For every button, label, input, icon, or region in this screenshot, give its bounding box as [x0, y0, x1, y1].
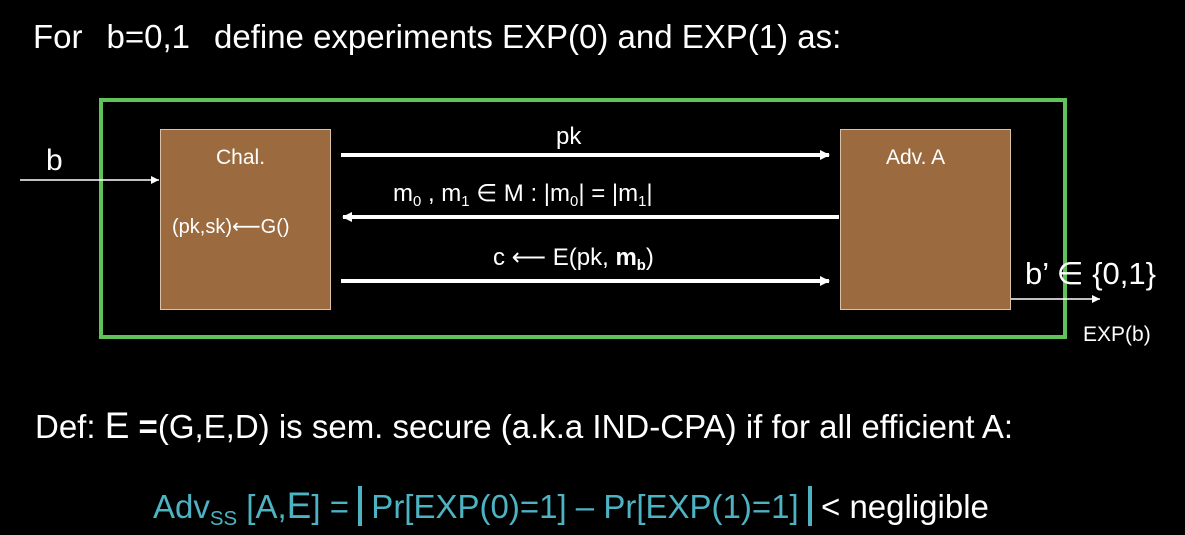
less-than: <: [811, 488, 850, 525]
output-b-label: b’ ∈ {0,1}: [1025, 256, 1157, 291]
probability-difference: Pr[EXP(0)=1] – Pr[EXP(1)=1]: [362, 488, 808, 525]
m-subscript: 1: [461, 194, 470, 211]
adv-text: Adv: [153, 488, 210, 525]
equals-sign: =: [129, 408, 158, 445]
input-b-label: b: [46, 144, 63, 177]
scheme-symbol: E: [104, 405, 130, 446]
definition-rest: (G,E,D) is sem. secure (a.k.a IND-CPA) i…: [157, 408, 1014, 445]
c-text: c ⟵ E(pk,: [493, 244, 616, 271]
definition-prefix: Def:: [35, 408, 105, 445]
advantage-formula: AdvSS [A,E] = Pr[EXP(0)=1] – Pr[EXP(1)=1…: [153, 485, 989, 531]
c-text: ): [645, 244, 654, 271]
m-text: ∈ M : |m: [469, 180, 571, 207]
adv-subscript: SS: [209, 507, 238, 531]
ciphertext-message: c ⟵ E(pk, mb): [493, 243, 654, 275]
m-text: m: [393, 180, 413, 207]
c-bold-m: m: [615, 244, 637, 271]
m-text: |: [646, 180, 653, 207]
plaintexts-message: m0 , m1 ∈ M : |m0| = |m1|: [393, 179, 653, 211]
m-text: | = |m: [578, 180, 639, 207]
adv-bracket: ] =: [311, 488, 359, 525]
definition-line: Def: E =(G,E,D) is sem. secure (a.k.a IN…: [35, 405, 1013, 447]
experiment-label: EXP(b): [1083, 323, 1151, 346]
negligible-text: negligible: [849, 488, 989, 525]
c-subscript: b: [636, 258, 646, 275]
m-text: , m: [421, 180, 462, 207]
adv-bracket: [A,: [237, 488, 287, 525]
pk-message: pk: [556, 123, 582, 150]
scheme-symbol: E: [286, 485, 312, 526]
